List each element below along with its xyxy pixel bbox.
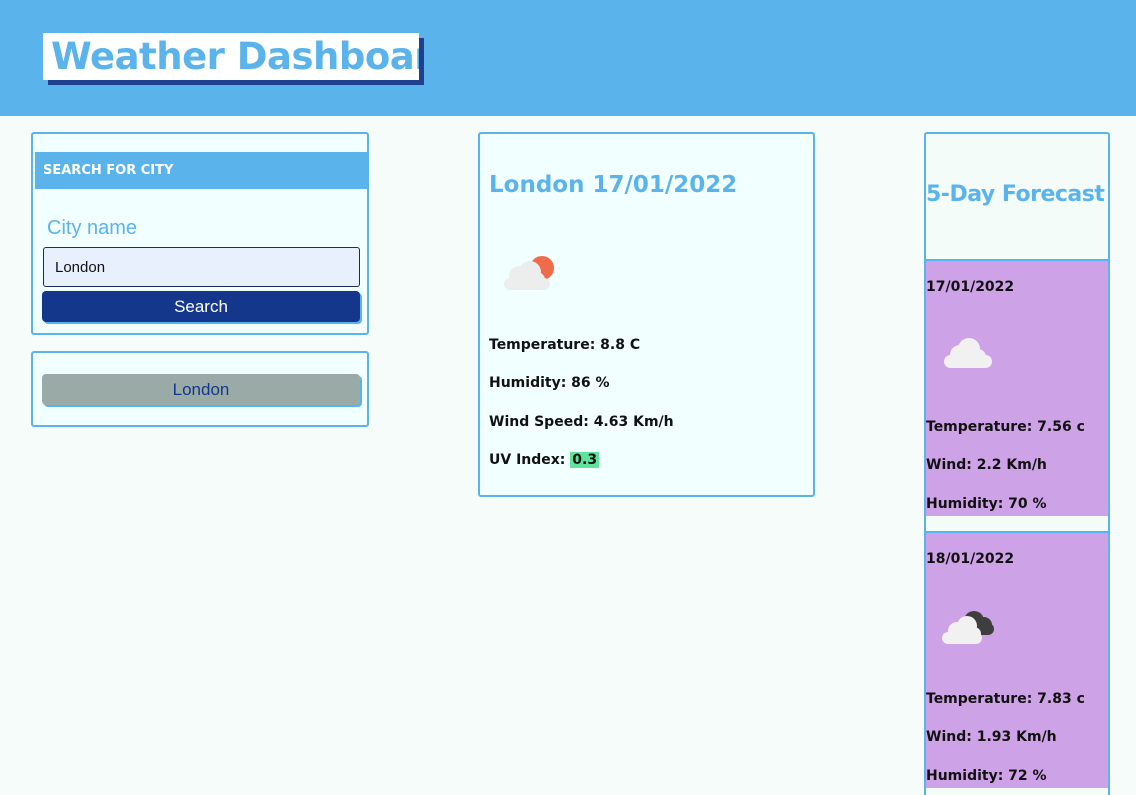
search-history-panel: London — [31, 351, 369, 427]
cloud-sun-icon — [504, 256, 554, 290]
current-uv-index: UV Index: 0.3 — [489, 452, 600, 468]
search-heading: SEARCH FOR CITY — [35, 152, 367, 189]
search-button[interactable]: Search — [42, 291, 360, 322]
forecast-humidity: Humidity: 70 % — [926, 496, 1047, 512]
forecast-temperature: Temperature: 7.83 c — [926, 691, 1085, 707]
cloud-icon — [944, 338, 992, 368]
broken-clouds-icon — [942, 611, 994, 644]
history-city-button[interactable]: London — [42, 374, 360, 405]
search-panel: SEARCH FOR CITY City name Search — [31, 132, 369, 335]
uv-index-label: UV Index: — [489, 452, 566, 468]
current-wind-speed: Wind Speed: 4.63 Km/h — [489, 414, 674, 430]
title-box: Weather Dashboard — [43, 33, 424, 85]
forecast-temperature: Temperature: 7.56 c — [926, 419, 1085, 435]
city-name-label: City name — [47, 217, 138, 239]
forecast-day-card: 17/01/2022 Temperature: 7.56 c Wind: 2.2… — [926, 259, 1108, 516]
forecast-panel: 5-Day Forecast 17/01/2022 Temperature: 7… — [924, 132, 1110, 795]
forecast-wind: Wind: 1.93 Km/h — [926, 729, 1057, 745]
forecast-day-card: 18/01/2022 Temperature: 7.83 c Wind: 1.9… — [926, 531, 1108, 788]
page-header: Weather Dashboard — [0, 0, 1136, 116]
forecast-date: 17/01/2022 — [926, 279, 1015, 295]
current-humidity: Humidity: 86 % — [489, 375, 610, 391]
uv-index-badge: 0.3 — [570, 452, 600, 468]
current-weather-panel: London 17/01/2022 Temperature: 8.8 C Hum… — [478, 132, 815, 497]
forecast-date: 18/01/2022 — [926, 551, 1015, 567]
current-city-date: London 17/01/2022 — [489, 172, 738, 198]
forecast-humidity: Humidity: 72 % — [926, 768, 1047, 784]
forecast-title: 5-Day Forecast — [926, 182, 1105, 207]
current-temperature: Temperature: 8.8 C — [489, 337, 641, 353]
forecast-wind: Wind: 2.2 Km/h — [926, 457, 1047, 473]
page-title: Weather Dashboard — [43, 33, 419, 80]
city-search-input[interactable] — [43, 247, 360, 287]
